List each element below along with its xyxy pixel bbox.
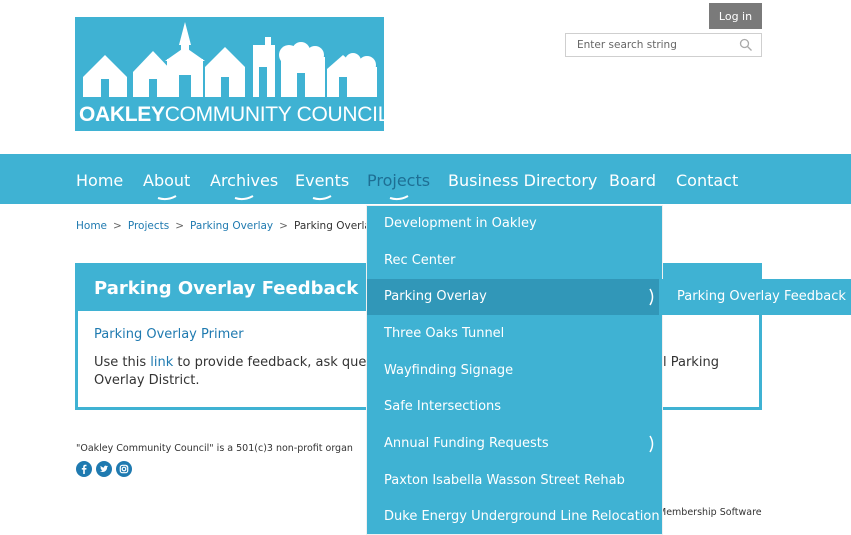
dropdown-item-rec-center[interactable]: Rec Center [367,243,662,279]
nav-item-projects[interactable]: Projects [367,171,431,201]
body-text: Overlay District. [94,373,200,388]
facebook-icon[interactable] [76,461,92,477]
body-text: Use this [94,355,151,370]
instagram-icon[interactable] [116,461,132,477]
dropdown-item-safe-intersections[interactable]: Safe Intersections [367,389,662,425]
twitter-icon[interactable] [96,461,112,477]
submenu-item-parking-overlay-feedback[interactable]: Parking Overlay Feedback [659,279,851,315]
swoosh-underline-icon [389,195,409,201]
dropdown-item-parking-overlay[interactable]: Parking Overlay [367,279,662,315]
nav-item-about[interactable]: About [143,171,191,201]
nav-item-label: About [143,171,191,190]
nav-item-contact[interactable]: Contact [676,171,738,190]
breadcrumb-separator: > [175,220,185,232]
chevron-right-icon [649,435,654,453]
login-button[interactable]: Log in [709,3,762,29]
nav-item-archives[interactable]: Archives [210,171,279,201]
nav-item-label: Archives [210,171,279,190]
breadcrumb-current: Parking Overla [293,220,371,232]
search-box [565,33,762,57]
submenu-label: Parking Overlay Feedback [677,289,846,304]
search-icon[interactable] [739,38,753,52]
chevron-right-icon [649,288,654,306]
logo-text: OAKLEYCOMMUNITY COUNCIL [79,103,384,126]
dropdown-item-duke-energy[interactable]: Duke Energy Underground Line Relocation [367,499,662,535]
nav-item-board[interactable]: Board [609,171,656,190]
projects-dropdown-menu: Development in Oakley Rec Center Parking… [367,206,662,534]
swoosh-underline-icon [234,195,254,201]
dropdown-item-development-in-oakley[interactable]: Development in Oakley [367,206,662,242]
breadcrumb-home[interactable]: Home [76,220,107,232]
swoosh-underline-icon [312,195,332,201]
footer-text: "Oakley Community Council" is a 501(c)3 … [76,443,353,454]
breadcrumb-projects[interactable]: Projects [128,220,169,232]
dropdown-item-wayfinding-signage[interactable]: Wayfinding Signage [367,353,662,389]
nav-item-events[interactable]: Events [295,171,350,201]
nav-item-label: Projects [367,171,431,190]
page-title: Parking Overlay Feedback [94,278,359,299]
nav-item-home[interactable]: Home [76,171,123,190]
breadcrumb-separator: > [113,220,122,232]
site-logo[interactable]: OAKLEYCOMMUNITY COUNCIL [75,17,384,131]
swoosh-underline-icon [157,195,177,201]
feedback-link[interactable]: link [150,355,173,370]
dropdown-item-annual-funding-requests[interactable]: Annual Funding Requests [367,426,662,462]
search-input[interactable] [566,34,742,56]
membership-software-link[interactable]: Membership Software [658,507,762,518]
main-nav: Home About Archives Events Projects Busi… [0,154,851,204]
breadcrumb-separator: > [279,220,288,232]
body-text: to provide feedback, ask questio [173,355,390,370]
dropdown-item-three-oaks-tunnel[interactable]: Three Oaks Tunnel [367,316,662,352]
body-text-right: l Parking [663,355,719,370]
nav-item-label: Events [295,171,350,190]
primer-link[interactable]: Parking Overlay Primer [94,327,244,342]
breadcrumb: Home > Projects > Parking Overlay > Parking Ov… [76,220,371,232]
dropdown-item-paxton-isabella-wasson[interactable]: Paxton Isabella Wasson Street Rehab [367,463,662,499]
nav-item-business-directory[interactable]: Business Directory [448,171,597,190]
breadcrumb-parking-overlay[interactable]: Parking Overlay [190,220,273,232]
